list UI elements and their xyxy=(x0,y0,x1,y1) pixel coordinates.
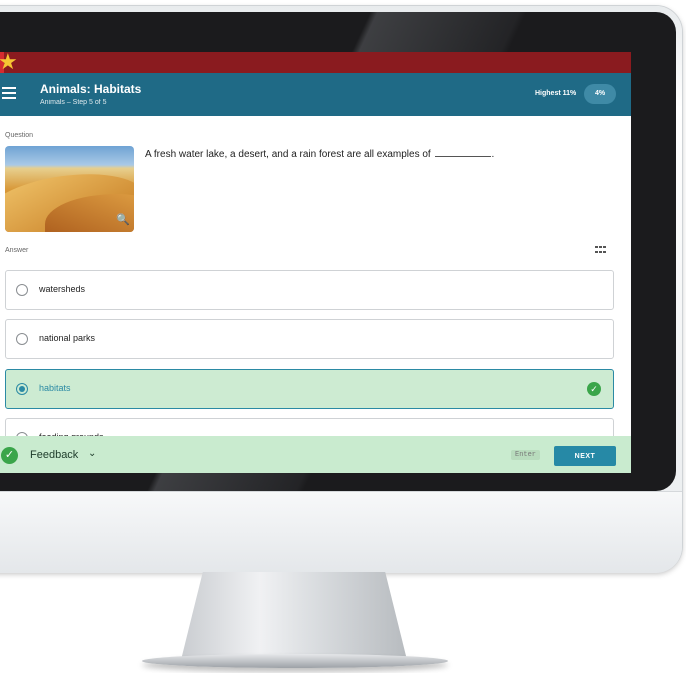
question-body: A fresh water lake, a desert, and a rain… xyxy=(145,149,431,160)
progress-bar: 4% ★ xyxy=(0,52,631,73)
radio-button[interactable] xyxy=(16,284,28,296)
option-label: habitats xyxy=(39,383,71,393)
radio-button[interactable] xyxy=(16,333,28,345)
feedback-toggle[interactable]: Feedback xyxy=(30,449,78,461)
radio-button-selected[interactable] xyxy=(16,383,28,395)
star-icon: ★ xyxy=(0,52,18,74)
page-subtitle: Animals – Step 5 of 5 xyxy=(40,99,107,106)
highest-score: Highest 11% xyxy=(535,90,577,97)
app-screen: 4% ★ Animals: Habitats Animals – Step 5 … xyxy=(0,52,631,473)
enter-key-hint: Enter xyxy=(511,450,541,460)
question-end: . xyxy=(491,149,495,160)
check-icon: ✓ xyxy=(587,382,601,396)
monitor-base xyxy=(142,654,448,668)
next-button[interactable]: NEXT xyxy=(554,446,616,466)
header-bar: Animals: Habitats Animals – Step 5 of 5 … xyxy=(0,73,631,116)
chevron-down-icon[interactable]: ⌄ xyxy=(88,448,96,459)
answer-option-habitats[interactable]: habitats ✓ xyxy=(5,369,614,409)
option-label: watersheds xyxy=(39,284,86,294)
check-icon: ✓ xyxy=(1,447,18,464)
question-label: Question xyxy=(5,132,34,139)
monitor-chin xyxy=(0,491,682,573)
page-title: Animals: Habitats xyxy=(40,82,142,96)
zoom-icon[interactable]: 🔍 xyxy=(116,213,130,227)
option-label: national parks xyxy=(39,333,96,343)
answer-label: Answer xyxy=(5,247,29,254)
score-badge: 4% xyxy=(584,84,616,104)
monitor-bezel: 4% ★ Animals: Habitats Animals – Step 5 … xyxy=(0,12,676,491)
answer-option-watersheds[interactable]: watersheds xyxy=(5,270,614,310)
menu-icon[interactable] xyxy=(2,87,16,101)
question-image[interactable]: 🔍 xyxy=(5,146,134,232)
answer-blank xyxy=(435,156,492,157)
grid-icon[interactable] xyxy=(595,246,606,255)
monitor-stand xyxy=(180,572,408,664)
question-text: A fresh water lake, a desert, and a rain… xyxy=(145,149,494,160)
feedback-bar: ✓ Feedback ⌄ Enter NEXT xyxy=(0,436,631,473)
answer-option-national-parks[interactable]: national parks xyxy=(5,319,614,359)
